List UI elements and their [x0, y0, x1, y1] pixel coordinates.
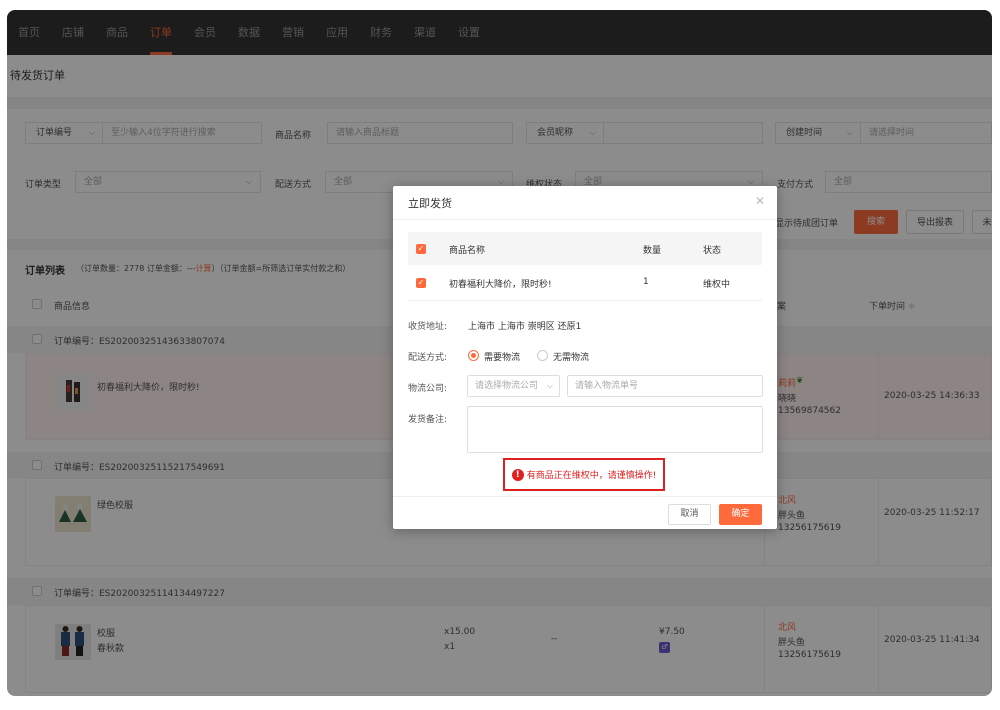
dialog-table-row: ✓ 初春福利大降价，限时秒! 1 维权中	[408, 265, 762, 301]
item-status: 维权中	[703, 280, 731, 290]
warning-box: ! 有商品正在维权中，请谨慎操作!	[503, 458, 665, 491]
logistics-label: 物流公司:	[408, 384, 448, 394]
chevron-down-icon: ⌵	[546, 381, 553, 390]
radio-need-logistics-label[interactable]: 需要物流	[484, 350, 520, 363]
select-all-checkbox[interactable]: ✓	[416, 244, 426, 254]
dialog-table-header: ✓ 商品名称 数量 状态	[408, 232, 762, 265]
col-status-header: 状态	[703, 246, 722, 256]
shipping-note-textarea[interactable]	[467, 406, 763, 453]
address-label: 收货地址:	[408, 322, 448, 332]
dialog-title: 立即发货	[408, 197, 452, 210]
delivery-label: 配送方式:	[408, 353, 448, 363]
logistics-company-select[interactable]: 请选择物流公司 ⌵	[467, 375, 560, 397]
warning-icon: !	[511, 468, 524, 481]
note-label: 发货备注:	[408, 415, 448, 425]
close-icon[interactable]: ✕	[755, 194, 765, 208]
radio-need-logistics[interactable]	[468, 350, 479, 361]
item-checkbox[interactable]: ✓	[416, 278, 426, 288]
cancel-button[interactable]: 取消	[668, 504, 711, 525]
item-qty: 1	[643, 277, 649, 287]
address-value: 上海市 上海市 崇明区 还原1	[468, 322, 582, 332]
divider	[393, 496, 777, 497]
item-name: 初春福利大降价，限时秒!	[449, 280, 552, 290]
radio-no-logistics[interactable]	[537, 350, 548, 361]
col-qty-header: 数量	[643, 246, 662, 256]
ship-now-dialog: 立即发货 ✕ ✓ 商品名称 数量 状态 ✓ 初春福利大降价，限时秒! 1 维权中…	[393, 186, 777, 529]
confirm-button[interactable]: 确定	[719, 504, 762, 525]
col-name-header: 商品名称	[449, 246, 486, 256]
tracking-number-input[interactable]: 请输入物流单号	[567, 375, 763, 397]
warning-text: 有商品正在维权中，请谨慎操作!	[526, 471, 657, 481]
radio-no-logistics-label[interactable]: 无需物流	[553, 350, 589, 363]
divider	[393, 219, 777, 220]
